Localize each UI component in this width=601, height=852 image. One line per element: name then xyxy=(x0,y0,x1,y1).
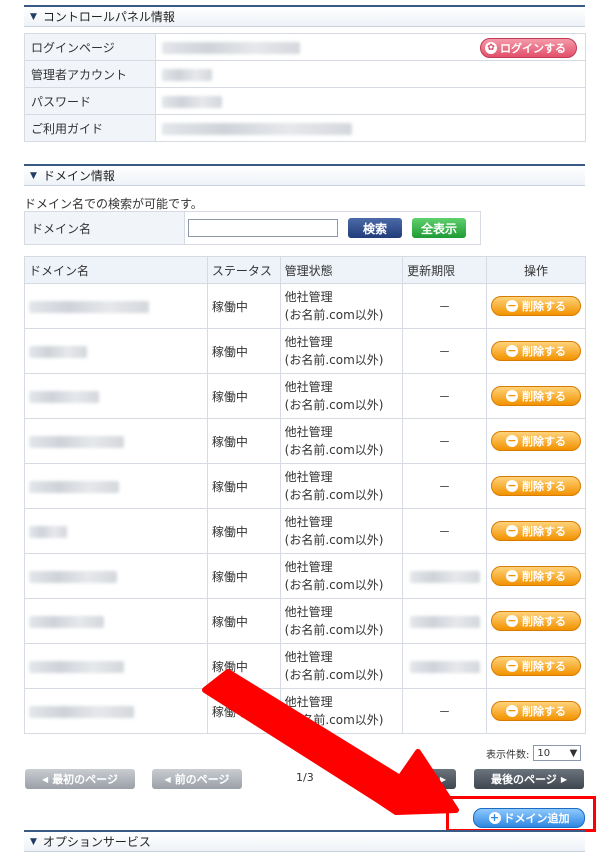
red-arrow-icon xyxy=(202,669,459,815)
red-arrow-annotation xyxy=(202,669,459,815)
